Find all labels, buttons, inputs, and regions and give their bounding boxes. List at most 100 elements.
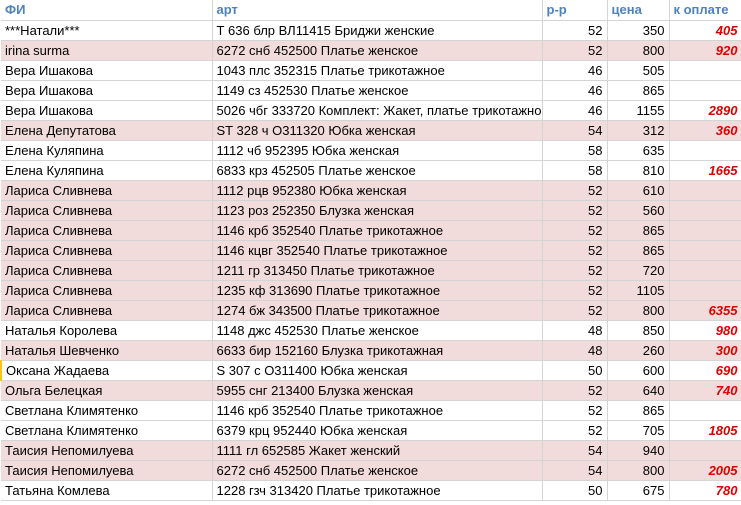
price-cell[interactable]: 560 <box>607 200 670 221</box>
name-cell[interactable]: Татьяна Комлева <box>1 480 213 501</box>
pay-cell[interactable] <box>669 440 741 461</box>
article-cell[interactable]: S 307 с O311400 Юбка женская <box>212 360 543 381</box>
article-cell[interactable]: 5955 снг 213400 Блузка женская <box>212 380 543 401</box>
price-cell[interactable]: 675 <box>607 480 670 501</box>
price-cell[interactable]: 350 <box>607 20 670 41</box>
article-cell[interactable]: 1235 кф 313690 Платье трикотажное <box>212 280 543 301</box>
article-cell[interactable]: 5026 чбг 333720 Комплект: Жакет, платье … <box>212 100 543 121</box>
pay-cell[interactable]: 1665 <box>669 160 741 181</box>
price-cell[interactable]: 865 <box>607 220 670 241</box>
price-cell[interactable]: 800 <box>607 40 670 61</box>
article-cell[interactable]: 1146 кцвг 352540 Платье трикотажное <box>212 240 543 261</box>
article-cell[interactable]: 1149 сз 452530 Платье женское <box>212 80 543 101</box>
pay-cell[interactable] <box>669 280 741 301</box>
pay-cell[interactable] <box>669 260 741 281</box>
price-cell[interactable]: 260 <box>607 340 670 361</box>
size-cell[interactable]: 50 <box>542 480 608 501</box>
size-cell[interactable]: 54 <box>542 120 608 141</box>
price-cell[interactable]: 312 <box>607 120 670 141</box>
pay-cell[interactable]: 690 <box>669 360 741 381</box>
header-pay-cell[interactable]: к оплате <box>669 0 741 21</box>
name-cell[interactable]: Лариса Сливнева <box>1 260 213 281</box>
name-cell[interactable]: Елена Депутатова <box>1 120 213 141</box>
name-cell[interactable]: Лариса Сливнева <box>1 300 213 321</box>
name-cell[interactable]: ***Натали*** <box>1 20 213 41</box>
size-cell[interactable]: 52 <box>542 260 608 281</box>
size-cell[interactable]: 52 <box>542 40 608 61</box>
name-cell[interactable]: Лариса Сливнева <box>1 180 213 201</box>
pay-cell[interactable]: 1805 <box>669 420 741 441</box>
pay-cell[interactable]: 2005 <box>669 460 741 481</box>
article-cell[interactable]: Т 636 блр ВЛ11415 Бриджи женские <box>212 20 543 41</box>
price-cell[interactable]: 600 <box>607 360 670 381</box>
article-cell[interactable]: 6272 снб 452500 Платье женское <box>212 40 543 61</box>
size-cell[interactable]: 52 <box>542 180 608 201</box>
price-cell[interactable]: 1155 <box>607 100 670 121</box>
pay-cell[interactable]: 360 <box>669 120 741 141</box>
pay-cell[interactable] <box>669 140 741 161</box>
name-cell[interactable]: irina surma <box>1 40 213 61</box>
article-cell[interactable]: 1043 плс 352315 Платье трикотажное <box>212 60 543 81</box>
price-cell[interactable]: 720 <box>607 260 670 281</box>
article-cell[interactable]: 6833 крз 452505 Платье женское <box>212 160 543 181</box>
price-cell[interactable]: 865 <box>607 240 670 261</box>
article-cell[interactable]: 1123 роз 252350 Блузка женская <box>212 200 543 221</box>
price-cell[interactable]: 865 <box>607 400 670 421</box>
name-cell[interactable]: Лариса Сливнева <box>1 240 213 261</box>
price-cell[interactable]: 865 <box>607 80 670 101</box>
size-cell[interactable]: 52 <box>542 240 608 261</box>
article-cell[interactable]: ST 328 ч O311320 Юбка женская <box>212 120 543 141</box>
price-cell[interactable]: 610 <box>607 180 670 201</box>
name-cell[interactable]: Таисия Непомилуева <box>1 460 213 481</box>
article-cell[interactable]: 1274 бж 343500 Платье трикотажное <box>212 300 543 321</box>
price-cell[interactable]: 1105 <box>607 280 670 301</box>
size-cell[interactable]: 54 <box>542 460 608 481</box>
name-cell[interactable]: Лариса Сливнева <box>1 200 213 221</box>
name-cell[interactable]: Вера Ишакова <box>1 60 213 81</box>
name-cell[interactable]: Вера Ишакова <box>1 80 213 101</box>
size-cell[interactable]: 46 <box>542 80 608 101</box>
price-cell[interactable]: 850 <box>607 320 670 341</box>
article-cell[interactable]: 1228 гзч 313420 Платье трикотажное <box>212 480 543 501</box>
name-cell[interactable]: Вера Ишакова <box>1 100 213 121</box>
pay-cell[interactable]: 780 <box>669 480 741 501</box>
size-cell[interactable]: 52 <box>542 200 608 221</box>
size-cell[interactable]: 58 <box>542 160 608 181</box>
article-cell[interactable]: 6633 бир 152160 Блузка трикотажная <box>212 340 543 361</box>
size-cell[interactable]: 46 <box>542 60 608 81</box>
header-name-cell[interactable]: ФИ <box>1 0 213 21</box>
article-cell[interactable]: 6379 крц 952440 Юбка женская <box>212 420 543 441</box>
name-cell[interactable]: Таисия Непомилуева <box>1 440 213 461</box>
name-cell[interactable]: Лариса Сливнева <box>1 220 213 241</box>
price-cell[interactable]: 505 <box>607 60 670 81</box>
size-cell[interactable]: 52 <box>542 280 608 301</box>
size-cell[interactable]: 52 <box>542 220 608 241</box>
pay-cell[interactable] <box>669 400 741 421</box>
size-cell[interactable]: 48 <box>542 320 608 341</box>
size-cell[interactable]: 48 <box>542 340 608 361</box>
size-cell[interactable]: 58 <box>542 140 608 161</box>
price-cell[interactable]: 800 <box>607 300 670 321</box>
article-cell[interactable]: 1146 крб 352540 Платье трикотажное <box>212 400 543 421</box>
pay-cell[interactable]: 2890 <box>669 100 741 121</box>
pay-cell[interactable] <box>669 60 741 81</box>
header-art-cell[interactable]: арт <box>212 0 543 21</box>
price-cell[interactable]: 800 <box>607 460 670 481</box>
pay-cell[interactable]: 980 <box>669 320 741 341</box>
size-cell[interactable]: 46 <box>542 100 608 121</box>
header-size-cell[interactable]: р-р <box>542 0 608 21</box>
article-cell[interactable]: 1111 гл 652585 Жакет женский <box>212 440 543 461</box>
size-cell[interactable]: 52 <box>542 20 608 41</box>
name-cell[interactable]: Светлана Климятенко <box>1 400 213 421</box>
article-cell[interactable]: 1112 рцв 952380 Юбка женская <box>212 180 543 201</box>
name-cell[interactable]: Наталья Шевченко <box>1 340 213 361</box>
pay-cell[interactable]: 920 <box>669 40 741 61</box>
size-cell[interactable]: 52 <box>542 380 608 401</box>
name-cell[interactable]: Елена Куляпина <box>1 140 213 161</box>
header-price-cell[interactable]: цена <box>607 0 670 21</box>
size-cell[interactable]: 52 <box>542 300 608 321</box>
price-cell[interactable]: 705 <box>607 420 670 441</box>
pay-cell[interactable]: 740 <box>669 380 741 401</box>
pay-cell[interactable] <box>669 80 741 101</box>
article-cell[interactable]: 1148 джс 452530 Платье женское <box>212 320 543 341</box>
